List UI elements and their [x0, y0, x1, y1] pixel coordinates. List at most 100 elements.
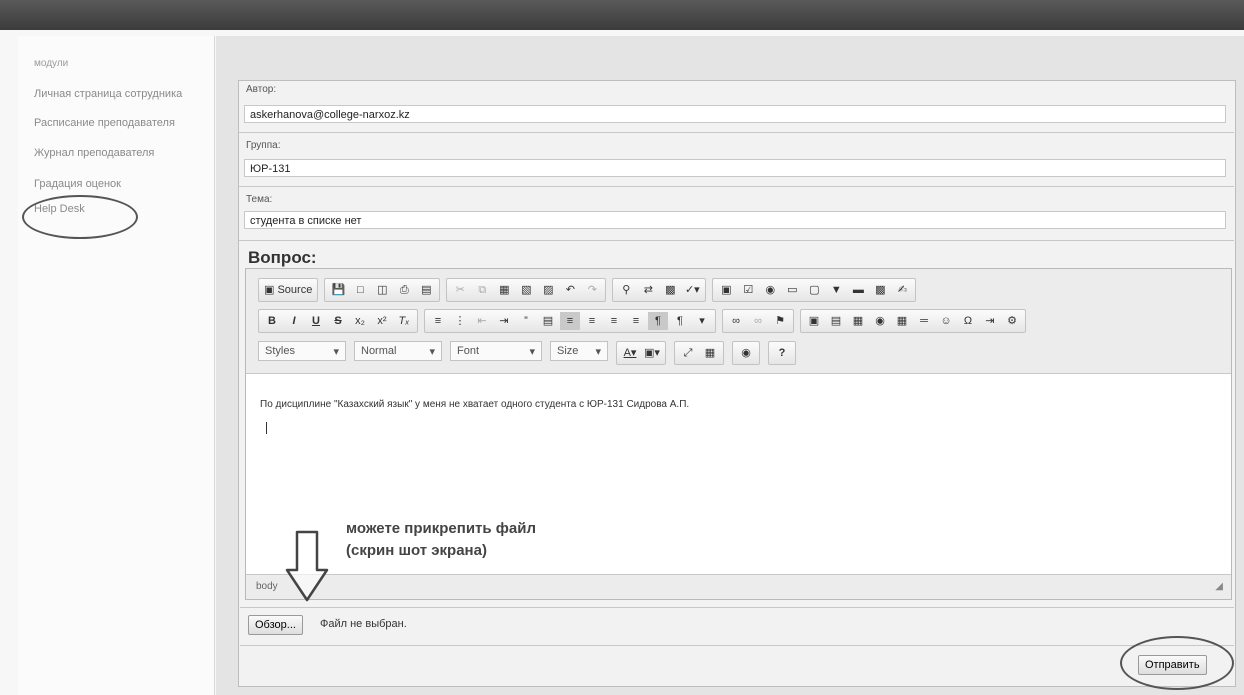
copy-icon[interactable]: ⧉ [472, 281, 492, 299]
find-icon[interactable]: ⚲ [616, 281, 636, 299]
text-cursor [266, 422, 267, 434]
author-field: Автор: askerhanova@college-narxoz.kz [240, 84, 1234, 130]
strike-icon[interactable]: S [328, 312, 348, 330]
textarea-icon[interactable]: ▢ [804, 281, 824, 299]
size-dropdown[interactable]: Size ▾ [550, 341, 608, 361]
align-right-icon[interactable]: ≡ [604, 312, 624, 330]
iframe-icon[interactable]: ▦ [848, 312, 868, 330]
element-path[interactable]: body [256, 581, 278, 592]
styles-dropdown[interactable]: Styles ▾ [258, 341, 346, 361]
send-button[interactable]: Отправить [1138, 655, 1207, 675]
about-icon[interactable]: ◉ [736, 344, 756, 362]
bold-icon[interactable]: B [262, 312, 282, 330]
sidebar-item-teacher-schedule[interactable]: Расписание преподавателя [34, 117, 175, 129]
replace-icon[interactable]: ⇄ [638, 281, 658, 299]
editor-statusbar: body ◢ [246, 574, 1231, 599]
templates-icon[interactable]: ▤ [416, 281, 436, 299]
maximize-icon[interactable]: ⤢ [678, 344, 698, 362]
globe-link-icon[interactable]: ◉ [870, 312, 890, 330]
align-center-icon[interactable]: ≡ [582, 312, 602, 330]
anchor-icon[interactable]: ⚑ [770, 312, 790, 330]
font-dropdown[interactable]: Font ▾ [450, 341, 542, 361]
form-footer: Отправить [240, 645, 1234, 682]
source-button[interactable]: ▣ Source [262, 281, 314, 299]
topic-label: Тема: [246, 194, 273, 205]
form-icon[interactable]: ▣ [716, 281, 736, 299]
subscript-icon[interactable]: x₂ [350, 312, 370, 330]
editor-text: По дисциплине "Казахский язык" у меня не… [260, 399, 690, 410]
group-label: Группа: [246, 140, 281, 151]
author-input[interactable]: askerhanova@college-narxoz.kz [244, 105, 1226, 123]
paste-text-icon[interactable]: ▧ [516, 281, 536, 299]
remove-format-icon[interactable]: Tₓ [394, 312, 414, 330]
ltr-icon[interactable]: ¶ [648, 312, 668, 330]
sidebar: модули Личная страница сотрудника Распис… [18, 36, 215, 695]
unlink-icon[interactable]: ∞ [748, 312, 768, 330]
group-input[interactable]: ЮР-131 [244, 159, 1226, 177]
table-icon[interactable]: ▦ [892, 312, 912, 330]
sidebar-item-grade-scale[interactable]: Градация оценок [34, 178, 121, 190]
top-header-bar [0, 0, 1244, 30]
text-color-icon[interactable]: A▾ [620, 344, 640, 362]
page-break-icon[interactable]: ⇥ [980, 312, 1000, 330]
print-icon[interactable]: ⎙ [394, 281, 414, 299]
globe-icon[interactable]: ⚙ [1002, 312, 1022, 330]
undo-icon[interactable]: ↶ [560, 281, 580, 299]
bg-color-icon[interactable]: ▣▾ [642, 344, 662, 362]
paste-icon[interactable]: ▦ [494, 281, 514, 299]
select-field-icon[interactable]: ▼ [826, 281, 846, 299]
sidebar-item-teacher-journal[interactable]: Журнал преподавателя [34, 147, 154, 159]
align-left-icon[interactable]: ≡ [560, 312, 580, 330]
indent-icon[interactable]: ⇥ [494, 312, 514, 330]
special-char-icon[interactable]: Ω [958, 312, 978, 330]
align-justify-icon[interactable]: ≡ [626, 312, 646, 330]
divider [239, 240, 1234, 241]
new-page-icon[interactable]: □ [350, 281, 370, 299]
superscript-icon[interactable]: x² [372, 312, 392, 330]
redo-icon[interactable]: ↷ [582, 281, 602, 299]
group-field: Группа: ЮР-131 [240, 140, 1234, 186]
language-icon[interactable]: ▾ [692, 312, 712, 330]
outdent-icon[interactable]: ⇤ [472, 312, 492, 330]
topic-input[interactable]: студента в списке нет [244, 211, 1226, 229]
checkbox-icon[interactable]: ☑ [738, 281, 758, 299]
topic-field: Тема: студента в списке нет [240, 194, 1234, 240]
divider [239, 186, 1234, 187]
paste-word-icon[interactable]: ▨ [538, 281, 558, 299]
browse-button[interactable]: Обзор... [248, 615, 303, 635]
sidebar-item-personal-page[interactable]: Личная страница сотрудника [34, 88, 182, 100]
preview-icon[interactable]: ◫ [372, 281, 392, 299]
question-label: Вопрос: [248, 248, 317, 267]
cut-icon[interactable]: ✂ [450, 281, 470, 299]
button-field-icon[interactable]: ▬ [848, 281, 868, 299]
underline-icon[interactable]: U [306, 312, 326, 330]
sidebar-item-help-desk[interactable]: Help Desk [34, 203, 85, 215]
save-icon[interactable]: 💾 [328, 281, 348, 299]
divider [239, 132, 1234, 133]
image-icon[interactable]: ▣ [804, 312, 824, 330]
radio-icon[interactable]: ◉ [760, 281, 780, 299]
editor-toolbar: ▣ Source 💾 □ ◫ ⎙ ▤ ✂ ⧉ ▦ ▧ ▨ ↶ ↷ ⚲ ⇄ ▩ ✓… [246, 269, 1231, 374]
image-button-icon[interactable]: ▩ [870, 281, 890, 299]
spellcheck-icon[interactable]: ✓▾ [682, 281, 702, 299]
bulleted-list-icon[interactable]: ⋮ [450, 312, 470, 330]
numbered-list-icon[interactable]: ≡ [428, 312, 448, 330]
italic-icon[interactable]: I [284, 312, 304, 330]
text-field-icon[interactable]: ▭ [782, 281, 802, 299]
horizontal-line-icon[interactable]: ═ [914, 312, 934, 330]
link-icon[interactable]: ∞ [726, 312, 746, 330]
flash-icon[interactable]: ▤ [826, 312, 846, 330]
div-container-icon[interactable]: ▤ [538, 312, 558, 330]
attach-hint-annotation: можете прикрепить файл (скрин шот экрана… [346, 518, 536, 562]
smiley-icon[interactable]: ☺ [936, 312, 956, 330]
resize-handle-icon[interactable]: ◢ [1215, 581, 1223, 592]
help-icon[interactable]: ? [772, 344, 792, 362]
file-status: Файл не выбран. [320, 618, 407, 630]
hidden-field-icon[interactable]: ✍ [892, 281, 912, 299]
format-dropdown[interactable]: Normal ▾ [354, 341, 442, 361]
rtl-icon[interactable]: ¶ [670, 312, 690, 330]
blockquote-icon[interactable]: ” [516, 312, 536, 330]
select-all-icon[interactable]: ▩ [660, 281, 680, 299]
attach-hint-line1: можете прикрепить файл [346, 520, 536, 537]
show-blocks-icon[interactable]: ▦ [700, 344, 720, 362]
